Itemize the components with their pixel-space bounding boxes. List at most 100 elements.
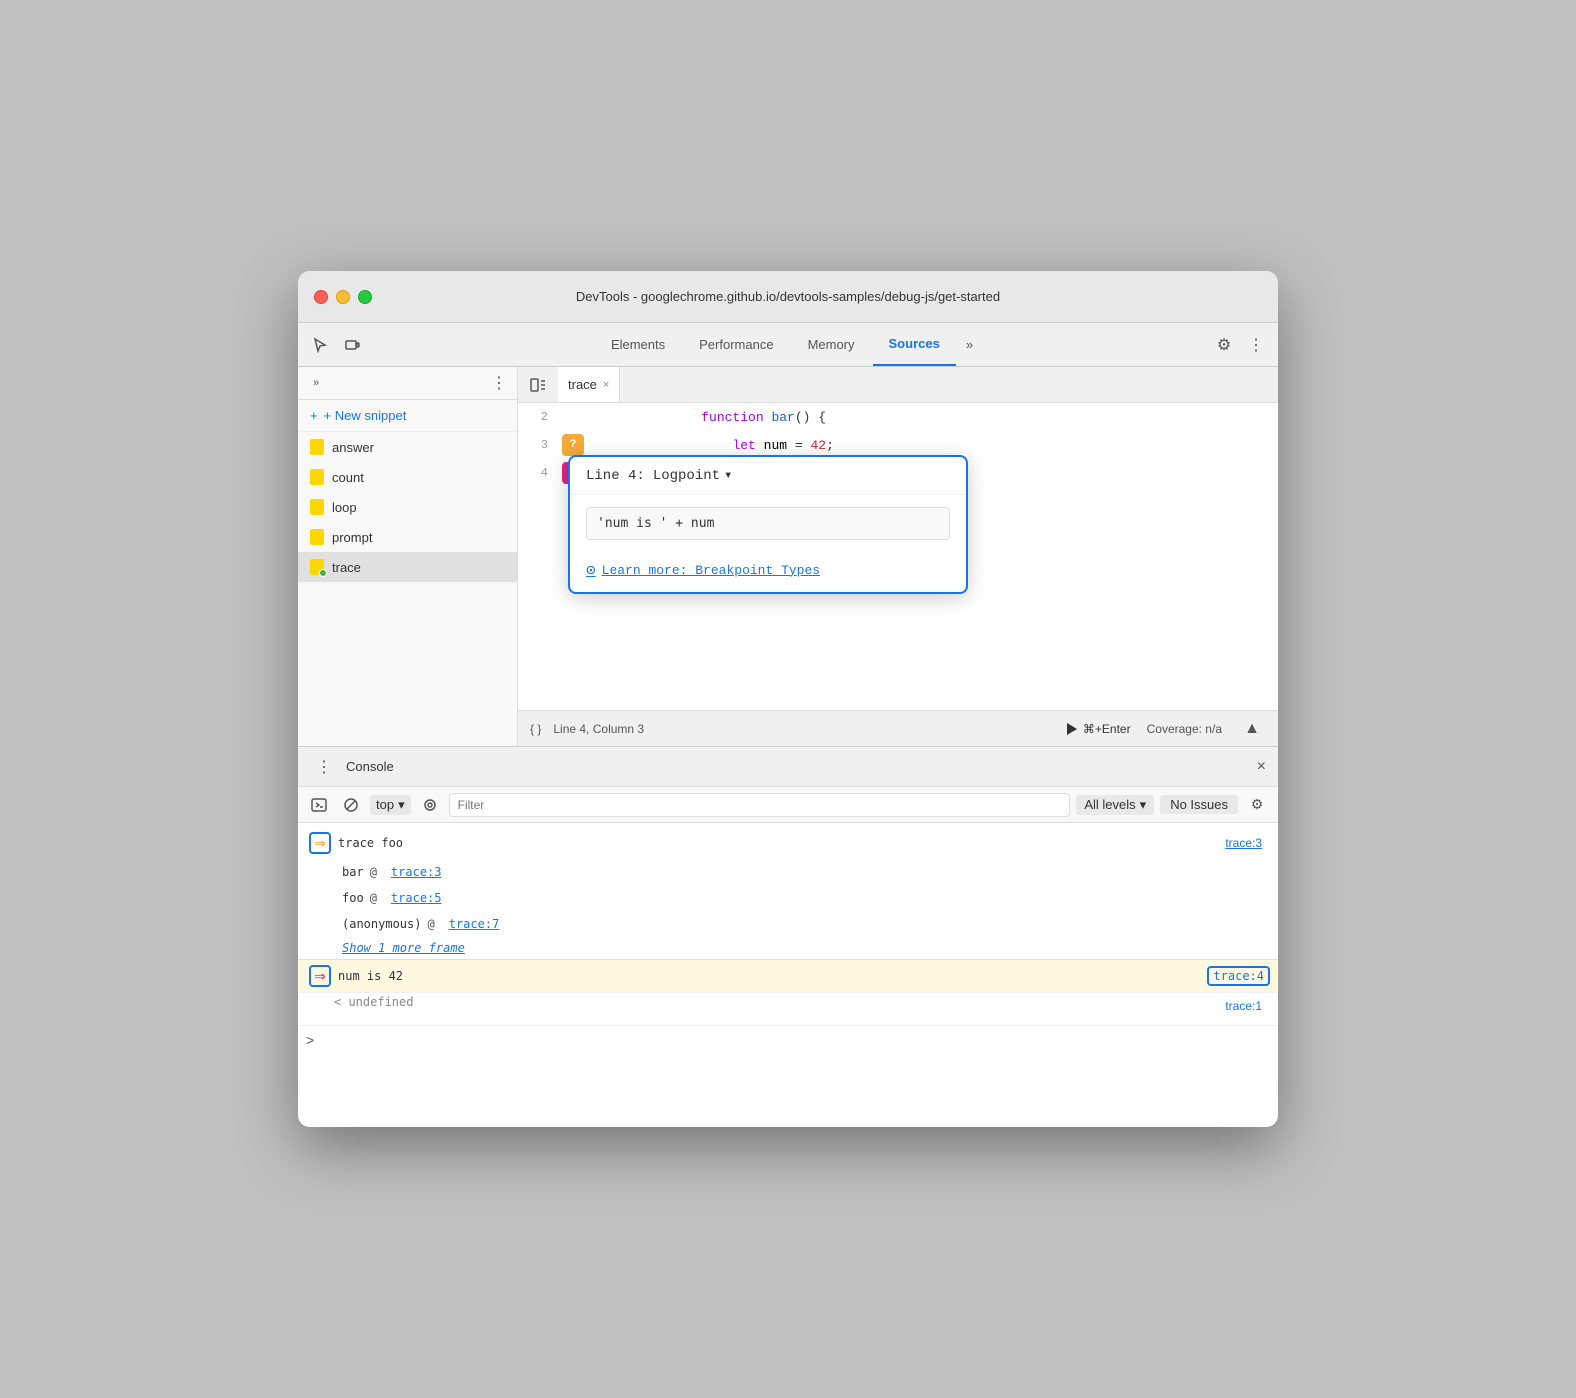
show-more-frames-link[interactable]: Show 1 more frame xyxy=(298,937,1278,959)
console-filter-input[interactable] xyxy=(449,793,1071,817)
console-content: ⇒ trace foo trace:3 bar @ trace:3 foo @ … xyxy=(298,823,1278,1127)
console-title: Console xyxy=(346,759,394,774)
settings-area: ⚙ ⋮ xyxy=(1210,323,1270,366)
sources-panel: » ⋮ + + New snippet answer count xyxy=(298,367,1278,747)
logpoint-type-label: Logpoint xyxy=(653,468,720,484)
editor-tab-trace[interactable]: trace × xyxy=(558,367,620,402)
sidebar-item-prompt[interactable]: prompt xyxy=(298,522,517,552)
screenshot-button[interactable]: ▲ xyxy=(1238,715,1266,743)
trace-sub-foo: foo @ trace:5 xyxy=(298,885,1278,911)
cursor-tool-button[interactable] xyxy=(306,331,334,359)
logpoint-result-source[interactable]: trace:4 xyxy=(1207,966,1270,986)
minimize-button[interactable] xyxy=(336,290,350,304)
logpoint-popup: Line 4: Logpoint ▾ xyxy=(568,455,968,594)
logpoint-result-entry: ⇒ num is 42 trace:4 xyxy=(298,960,1278,993)
logpoint-icon-orange: ⇒ xyxy=(309,832,331,854)
code-content[interactable]: 2 function bar() { 3 ? let num xyxy=(518,403,1278,710)
maximize-button[interactable] xyxy=(358,290,372,304)
status-right: ⌘+Enter Coverage: n/a ▲ xyxy=(1067,715,1266,743)
trace-icon: ⇒ xyxy=(306,829,334,857)
return-source[interactable]: trace:1 xyxy=(1217,995,1270,1017)
return-text: < undefined xyxy=(334,995,413,1009)
sidebar-item-trace[interactable]: trace xyxy=(298,552,517,582)
sidebar: » ⋮ + + New snippet answer count xyxy=(298,367,518,746)
console-header: ⋮ Console × xyxy=(298,747,1278,787)
learn-more-link[interactable]: ⊙ Learn more: Breakpoint Types xyxy=(586,560,950,580)
file-icon xyxy=(310,499,324,515)
editor-tab-label: trace xyxy=(568,377,597,392)
editor-area: trace × 2 function bar() { xyxy=(518,367,1278,746)
file-icon xyxy=(310,439,324,455)
sidebar-item-loop[interactable]: loop xyxy=(298,492,517,522)
device-toggle-button[interactable] xyxy=(338,331,366,359)
trace-main-source[interactable]: trace:3 xyxy=(1217,832,1270,854)
breakpoint-3[interactable]: ? xyxy=(562,434,584,456)
sidebar-more-button[interactable]: ⋮ xyxy=(489,373,509,393)
trace-main-text: trace foo xyxy=(334,830,1217,856)
no-issues-button[interactable]: No Issues xyxy=(1160,795,1238,814)
new-snippet-button[interactable]: + + New snippet xyxy=(298,400,517,432)
trace-bar-source[interactable]: trace:3 xyxy=(383,861,450,883)
trace-main-row: ⇒ trace foo trace:3 xyxy=(298,827,1278,859)
console-settings-button[interactable]: ⚙ xyxy=(1244,792,1270,818)
file-icon xyxy=(310,529,324,545)
learn-more-text: Learn more: Breakpoint Types xyxy=(602,563,820,578)
log-levels-selector[interactable]: All levels ▾ xyxy=(1076,795,1154,815)
trace-foo-source[interactable]: trace:5 xyxy=(383,887,450,909)
context-label: top xyxy=(376,797,394,812)
file-icon xyxy=(310,559,324,575)
return-icon xyxy=(306,995,334,1023)
link-icon: ⊙ xyxy=(586,560,596,580)
sidebar-item-answer[interactable]: answer xyxy=(298,432,517,462)
pretty-print-button[interactable]: { } xyxy=(530,722,541,736)
tab-sources[interactable]: Sources xyxy=(873,323,956,366)
logpoint-input-area xyxy=(570,495,966,552)
trace-sub-bar: bar @ trace:3 xyxy=(298,859,1278,885)
logpoint-type-dropdown[interactable]: Logpoint ▾ xyxy=(653,467,733,484)
collapse-sidebar-button[interactable]: » xyxy=(306,373,326,393)
run-button[interactable]: ⌘+Enter xyxy=(1067,722,1131,736)
editor-tabs: trace × xyxy=(518,367,1278,403)
logpoint-result-icon: ⇒ xyxy=(306,962,334,990)
prompt-arrow: > xyxy=(306,1032,314,1048)
toggle-navigator-button[interactable] xyxy=(526,373,550,397)
logpoint-header: Line 4: Logpoint ▾ xyxy=(570,457,966,495)
trace-anonymous-source[interactable]: trace:7 xyxy=(441,913,508,935)
tab-toolbar xyxy=(306,323,366,366)
logpoint-footer: ⊙ Learn more: Breakpoint Types xyxy=(570,552,966,592)
context-arrow-icon: ▾ xyxy=(398,797,405,813)
titlebar: DevTools - googlechrome.github.io/devtoo… xyxy=(298,271,1278,323)
trace-group-entry: ⇒ trace foo trace:3 bar @ trace:3 foo @ … xyxy=(298,827,1278,960)
close-button[interactable] xyxy=(314,290,328,304)
console-panel: ⋮ Console × top ▾ xyxy=(298,747,1278,1127)
more-tabs-button[interactable]: » xyxy=(958,323,981,366)
context-selector[interactable]: top ▾ xyxy=(370,795,411,815)
console-menu-button[interactable]: ⋮ xyxy=(310,753,338,781)
editor-tab-close-button[interactable]: × xyxy=(603,379,609,391)
sidebar-item-count[interactable]: count xyxy=(298,462,517,492)
cursor-position: Line 4, Column 3 xyxy=(553,722,644,736)
settings-button[interactable]: ⚙ xyxy=(1210,331,1238,359)
execute-script-button[interactable] xyxy=(306,792,332,818)
more-menu-button[interactable]: ⋮ xyxy=(1242,331,1270,359)
main-area: » ⋮ + + New snippet answer count xyxy=(298,367,1278,1127)
live-expressions-button[interactable] xyxy=(417,792,443,818)
traffic-lights xyxy=(314,290,372,304)
tab-memory[interactable]: Memory xyxy=(792,323,871,366)
return-entry: < undefined trace:1 xyxy=(298,993,1278,1026)
window-title: DevTools - googlechrome.github.io/devtoo… xyxy=(576,289,1000,304)
console-close-button[interactable]: × xyxy=(1257,758,1266,776)
logpoint-icon-pink: ⇒ xyxy=(309,965,331,987)
file-icon xyxy=(310,469,324,485)
console-toolbar: top ▾ All levels ▾ No Issues ⚙ xyxy=(298,787,1278,823)
console-prompt[interactable]: > xyxy=(298,1026,1278,1054)
tab-elements[interactable]: Elements xyxy=(595,323,681,366)
play-icon xyxy=(1067,723,1077,735)
tab-performance[interactable]: Performance xyxy=(683,323,789,366)
logpoint-input[interactable] xyxy=(586,507,950,540)
code-line-5: 5 bar(); xyxy=(518,707,1278,710)
snippet-list: answer count loop prompt xyxy=(298,432,517,746)
dropdown-icon: ▾ xyxy=(724,467,732,484)
tabbar: Elements Performance Memory Sources » ⚙ … xyxy=(298,323,1278,367)
clear-console-button[interactable] xyxy=(338,792,364,818)
